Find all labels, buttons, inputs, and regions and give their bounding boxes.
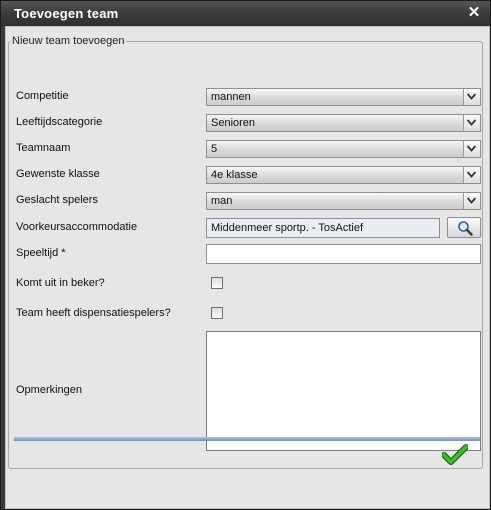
geslacht-label: Geslacht spelers xyxy=(16,194,98,206)
submit-button[interactable] xyxy=(441,444,470,470)
title-bar[interactable]: Toevoegen team ✕ xyxy=(1,1,490,26)
leeftijdscategorie-value: Senioren xyxy=(211,117,256,129)
opmerkingen-label: Opmerkingen xyxy=(16,384,83,396)
speeltijd-label: Speeltijd * xyxy=(16,247,66,259)
checkmark-icon xyxy=(441,444,469,465)
competitie-value: mannen xyxy=(211,91,251,103)
team-form-group: Nieuw team toevoegen Competitie mannen L… xyxy=(8,35,483,469)
gewenste-klasse-label: Gewenste klasse xyxy=(16,168,100,180)
dispensatie-label: Team heeft dispensatiespelers? xyxy=(16,307,171,319)
dialog-title: Toevoegen team xyxy=(14,6,119,21)
beker-checkbox[interactable] xyxy=(211,277,223,289)
accommodatie-label: Voorkeursaccommodatie xyxy=(16,221,138,233)
gewenste-klasse-value: 4e klasse xyxy=(211,169,258,181)
chevron-down-icon[interactable] xyxy=(463,193,480,209)
teamnaam-select[interactable]: 5 xyxy=(206,140,481,158)
leeftijdscategorie-label: Leeftijdscategorie xyxy=(16,116,103,128)
leeftijdscategorie-select[interactable]: Senioren xyxy=(206,114,481,132)
accommodatie-value: Middenmeer sportp. - TosActief xyxy=(211,222,364,234)
competitie-label: Competitie xyxy=(16,90,69,102)
magnifier-icon xyxy=(458,221,473,236)
competitie-select[interactable]: mannen xyxy=(206,88,481,106)
speeltijd-input[interactable] xyxy=(206,244,481,264)
beker-label: Komt uit in beker? xyxy=(16,277,105,289)
opmerkingen-textarea[interactable] xyxy=(206,331,481,451)
dialog-window: Toevoegen team ✕ Nieuw team toevoegen Co… xyxy=(0,0,491,510)
group-legend: Nieuw team toevoegen xyxy=(12,35,125,47)
lookup-button[interactable] xyxy=(447,217,481,238)
chevron-down-icon[interactable] xyxy=(463,141,480,157)
chevron-down-icon[interactable] xyxy=(463,89,480,105)
close-icon[interactable]: ✕ xyxy=(466,4,482,22)
geslacht-select[interactable]: man xyxy=(206,192,481,210)
teamnaam-label: Teamnaam xyxy=(16,142,71,154)
chevron-down-icon[interactable] xyxy=(463,115,480,131)
accommodatie-field[interactable]: Middenmeer sportp. - TosActief xyxy=(206,218,440,238)
form-divider xyxy=(14,437,480,441)
geslacht-value: man xyxy=(211,195,233,207)
gewenste-klasse-select[interactable]: 4e klasse xyxy=(206,166,481,184)
chevron-down-icon[interactable] xyxy=(463,167,480,183)
dialog-body: Nieuw team toevoegen Competitie mannen L… xyxy=(5,26,490,509)
dispensatie-checkbox[interactable] xyxy=(211,307,223,319)
teamnaam-value: 5 xyxy=(211,143,218,155)
